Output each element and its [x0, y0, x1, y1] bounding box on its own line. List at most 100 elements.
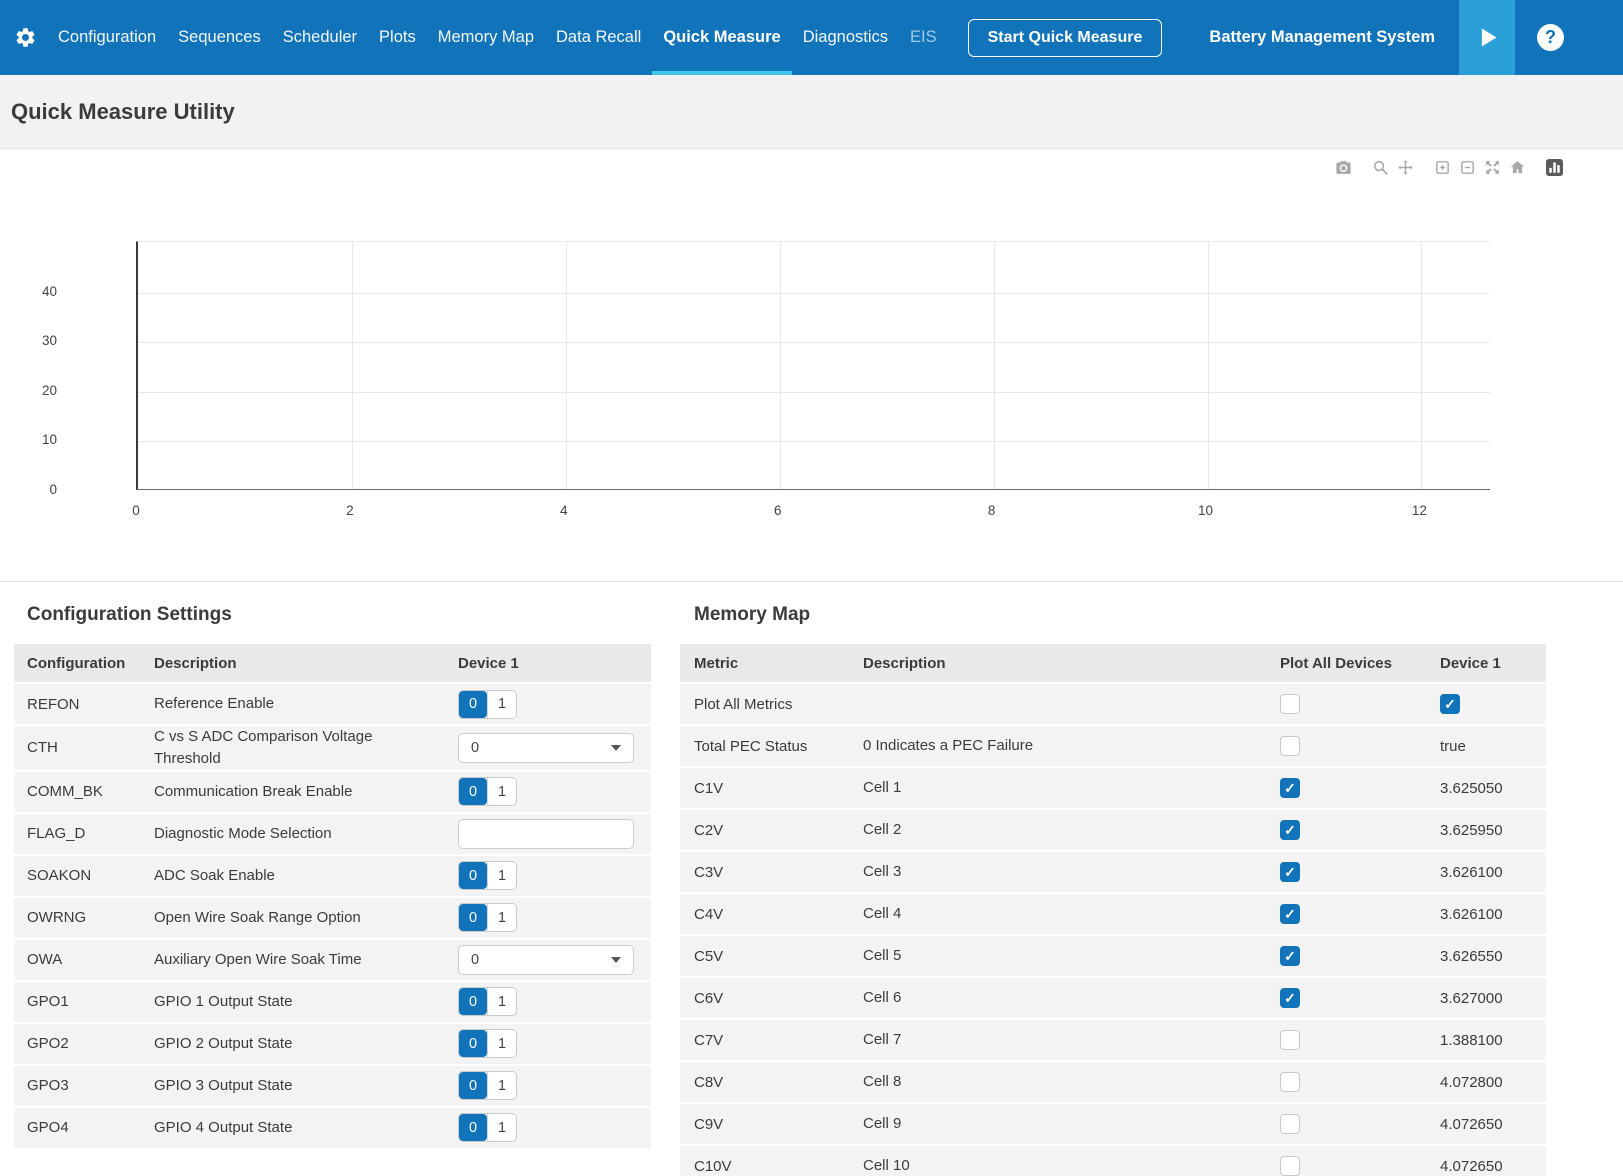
configuration-settings-title: Configuration Settings [27, 604, 651, 626]
c3v-plot-all-checkbox[interactable]: ✓ [1280, 862, 1300, 882]
nav-tab-sequences[interactable]: Sequences [167, 0, 272, 75]
c10v-plot-all-checkbox[interactable] [1280, 1156, 1300, 1176]
gpo1-toggle-option-0[interactable]: 0 [459, 988, 487, 1015]
memory-description: Cell 1 [863, 767, 1280, 809]
memory-header-plot-all-devices: Plot All Devices [1280, 644, 1440, 683]
owa-dropdown[interactable]: 0 [458, 945, 634, 975]
config-device1-cell: 01 [458, 1107, 651, 1149]
memory-row-c4v: C4VCell 4✓ 3.626100 [680, 893, 1546, 935]
gpo3-toggle-option-1[interactable]: 1 [487, 1072, 516, 1099]
gpo1-toggle-option-1[interactable]: 1 [487, 988, 516, 1015]
nav-tab-plots[interactable]: Plots [368, 0, 427, 75]
start-quick-measure-button[interactable]: Start Quick Measure [968, 19, 1163, 57]
x-gridline [1208, 242, 1209, 489]
plot-area[interactable] [136, 241, 1490, 490]
soakon-toggle-option-1[interactable]: 1 [487, 862, 516, 889]
gpo4-toggle-option-0[interactable]: 0 [459, 1114, 487, 1141]
nav-tab-eis[interactable]: EIS [899, 0, 948, 75]
gpo4-toggle-option-1[interactable]: 1 [487, 1114, 516, 1141]
config-name: CTH [14, 725, 154, 771]
c5v-plot-all-checkbox[interactable]: ✓ [1280, 946, 1300, 966]
zoom-icon[interactable] [1368, 157, 1393, 178]
config-description: GPIO 3 Output State [154, 1065, 458, 1107]
memory-plot-all-cell: ✓ [1280, 851, 1440, 893]
plot-all-metrics-device1-checkbox[interactable]: ✓ [1440, 694, 1460, 714]
comm-bk-toggle-option-0[interactable]: 0 [459, 778, 487, 805]
c2v-plot-all-checkbox[interactable]: ✓ [1280, 820, 1300, 840]
settings-gear-icon[interactable] [14, 26, 37, 49]
nav-tab-diagnostics[interactable]: Diagnostics [792, 0, 899, 75]
nav-tab-quick-measure[interactable]: Quick Measure [652, 0, 791, 75]
config-description: Communication Break Enable [154, 771, 458, 813]
nav-tab-data-recall[interactable]: Data Recall [545, 0, 652, 75]
memory-device1-value: 4.072800 [1440, 1074, 1503, 1091]
gpo2-toggle-option-0[interactable]: 0 [459, 1030, 487, 1057]
soakon-toggle: 01 [458, 861, 517, 890]
camera-icon[interactable] [1331, 157, 1356, 178]
c4v-plot-all-checkbox[interactable]: ✓ [1280, 904, 1300, 924]
memory-description: Cell 7 [863, 1019, 1280, 1061]
memory-device1-cell: ✓ [1440, 683, 1546, 725]
zoom-out-icon[interactable] [1455, 157, 1480, 178]
memory-device1-value: 3.625950 [1440, 822, 1503, 839]
memory-device1-value: 1.388100 [1440, 1032, 1503, 1049]
refon-toggle-option-0[interactable]: 0 [459, 691, 487, 718]
cth-dropdown-value: 0 [471, 740, 479, 756]
comm-bk-toggle-option-1[interactable]: 1 [487, 778, 516, 805]
x-tick-label: 10 [1184, 503, 1228, 518]
play-icon [1474, 24, 1501, 51]
autoscale-icon[interactable] [1480, 157, 1505, 178]
reset-axes-icon[interactable] [1505, 157, 1530, 178]
owrng-toggle-option-0[interactable]: 0 [459, 904, 487, 931]
memory-description [863, 683, 1280, 725]
gpo3-toggle-option-0[interactable]: 0 [459, 1072, 487, 1099]
soakon-toggle-option-0[interactable]: 0 [459, 862, 487, 889]
c9v-plot-all-checkbox[interactable] [1280, 1114, 1300, 1134]
memory-metric: C4V [680, 893, 863, 935]
owrng-toggle-option-1[interactable]: 1 [487, 904, 516, 931]
config-description: C vs S ADC Comparison Voltage Threshold [154, 725, 458, 771]
x-tick-label: 4 [542, 503, 586, 518]
cth-dropdown[interactable]: 0 [458, 733, 634, 763]
memory-row-c1v: C1VCell 1✓3.625050 [680, 767, 1546, 809]
memory-plot-all-cell [1280, 725, 1440, 767]
c6v-plot-all-checkbox[interactable]: ✓ [1280, 988, 1300, 1008]
y-tick-label: 40 [0, 284, 57, 299]
flag-d-input[interactable] [458, 819, 634, 849]
zoom-in-icon[interactable] [1430, 157, 1455, 178]
run-play-button[interactable] [1459, 0, 1515, 75]
memory-description: Cell 6 [863, 977, 1280, 1019]
memory-description: Cell 4 [863, 893, 1280, 935]
nav-tabs: ConfigurationSequencesSchedulerPlotsMemo… [47, 0, 948, 75]
gpo2-toggle: 01 [458, 1029, 517, 1058]
total-pec-status-plot-all-checkbox[interactable] [1280, 736, 1300, 756]
chevron-down-icon [611, 957, 621, 963]
config-name: OWA [14, 939, 154, 981]
memory-device1-cell: true [1440, 725, 1546, 767]
c1v-plot-all-checkbox[interactable]: ✓ [1280, 778, 1300, 798]
x-gridline [994, 242, 995, 489]
memory-description: Cell 5 [863, 935, 1280, 977]
config-description: ADC Soak Enable [154, 855, 458, 897]
nav-tab-memory-map[interactable]: Memory Map [427, 0, 545, 75]
memory-row-total-pec-status: Total PEC Status0 Indicates a PEC Failur… [680, 725, 1546, 767]
memory-device1-cell: 3.625950 [1440, 809, 1546, 851]
memory-header-device-1: Device 1 [1440, 644, 1546, 683]
plotly-logo-icon[interactable] [1542, 157, 1567, 178]
y-tick-label: 10 [0, 432, 57, 447]
help-icon[interactable]: ? [1537, 24, 1564, 51]
memory-device1-cell: 3.626100 [1440, 893, 1546, 935]
memory-plot-all-cell [1280, 1103, 1440, 1145]
pan-icon[interactable] [1393, 157, 1418, 178]
y-gridline [138, 293, 1490, 294]
y-gridline [138, 441, 1490, 442]
memory-metric: C5V [680, 935, 863, 977]
c8v-plot-all-checkbox[interactable] [1280, 1072, 1300, 1092]
comm-bk-toggle: 01 [458, 777, 517, 806]
c7v-plot-all-checkbox[interactable] [1280, 1030, 1300, 1050]
gpo2-toggle-option-1[interactable]: 1 [487, 1030, 516, 1057]
nav-tab-configuration[interactable]: Configuration [47, 0, 167, 75]
plot-all-metrics-plot-all-checkbox[interactable] [1280, 694, 1300, 714]
nav-tab-scheduler[interactable]: Scheduler [272, 0, 368, 75]
refon-toggle-option-1[interactable]: 1 [487, 691, 516, 718]
